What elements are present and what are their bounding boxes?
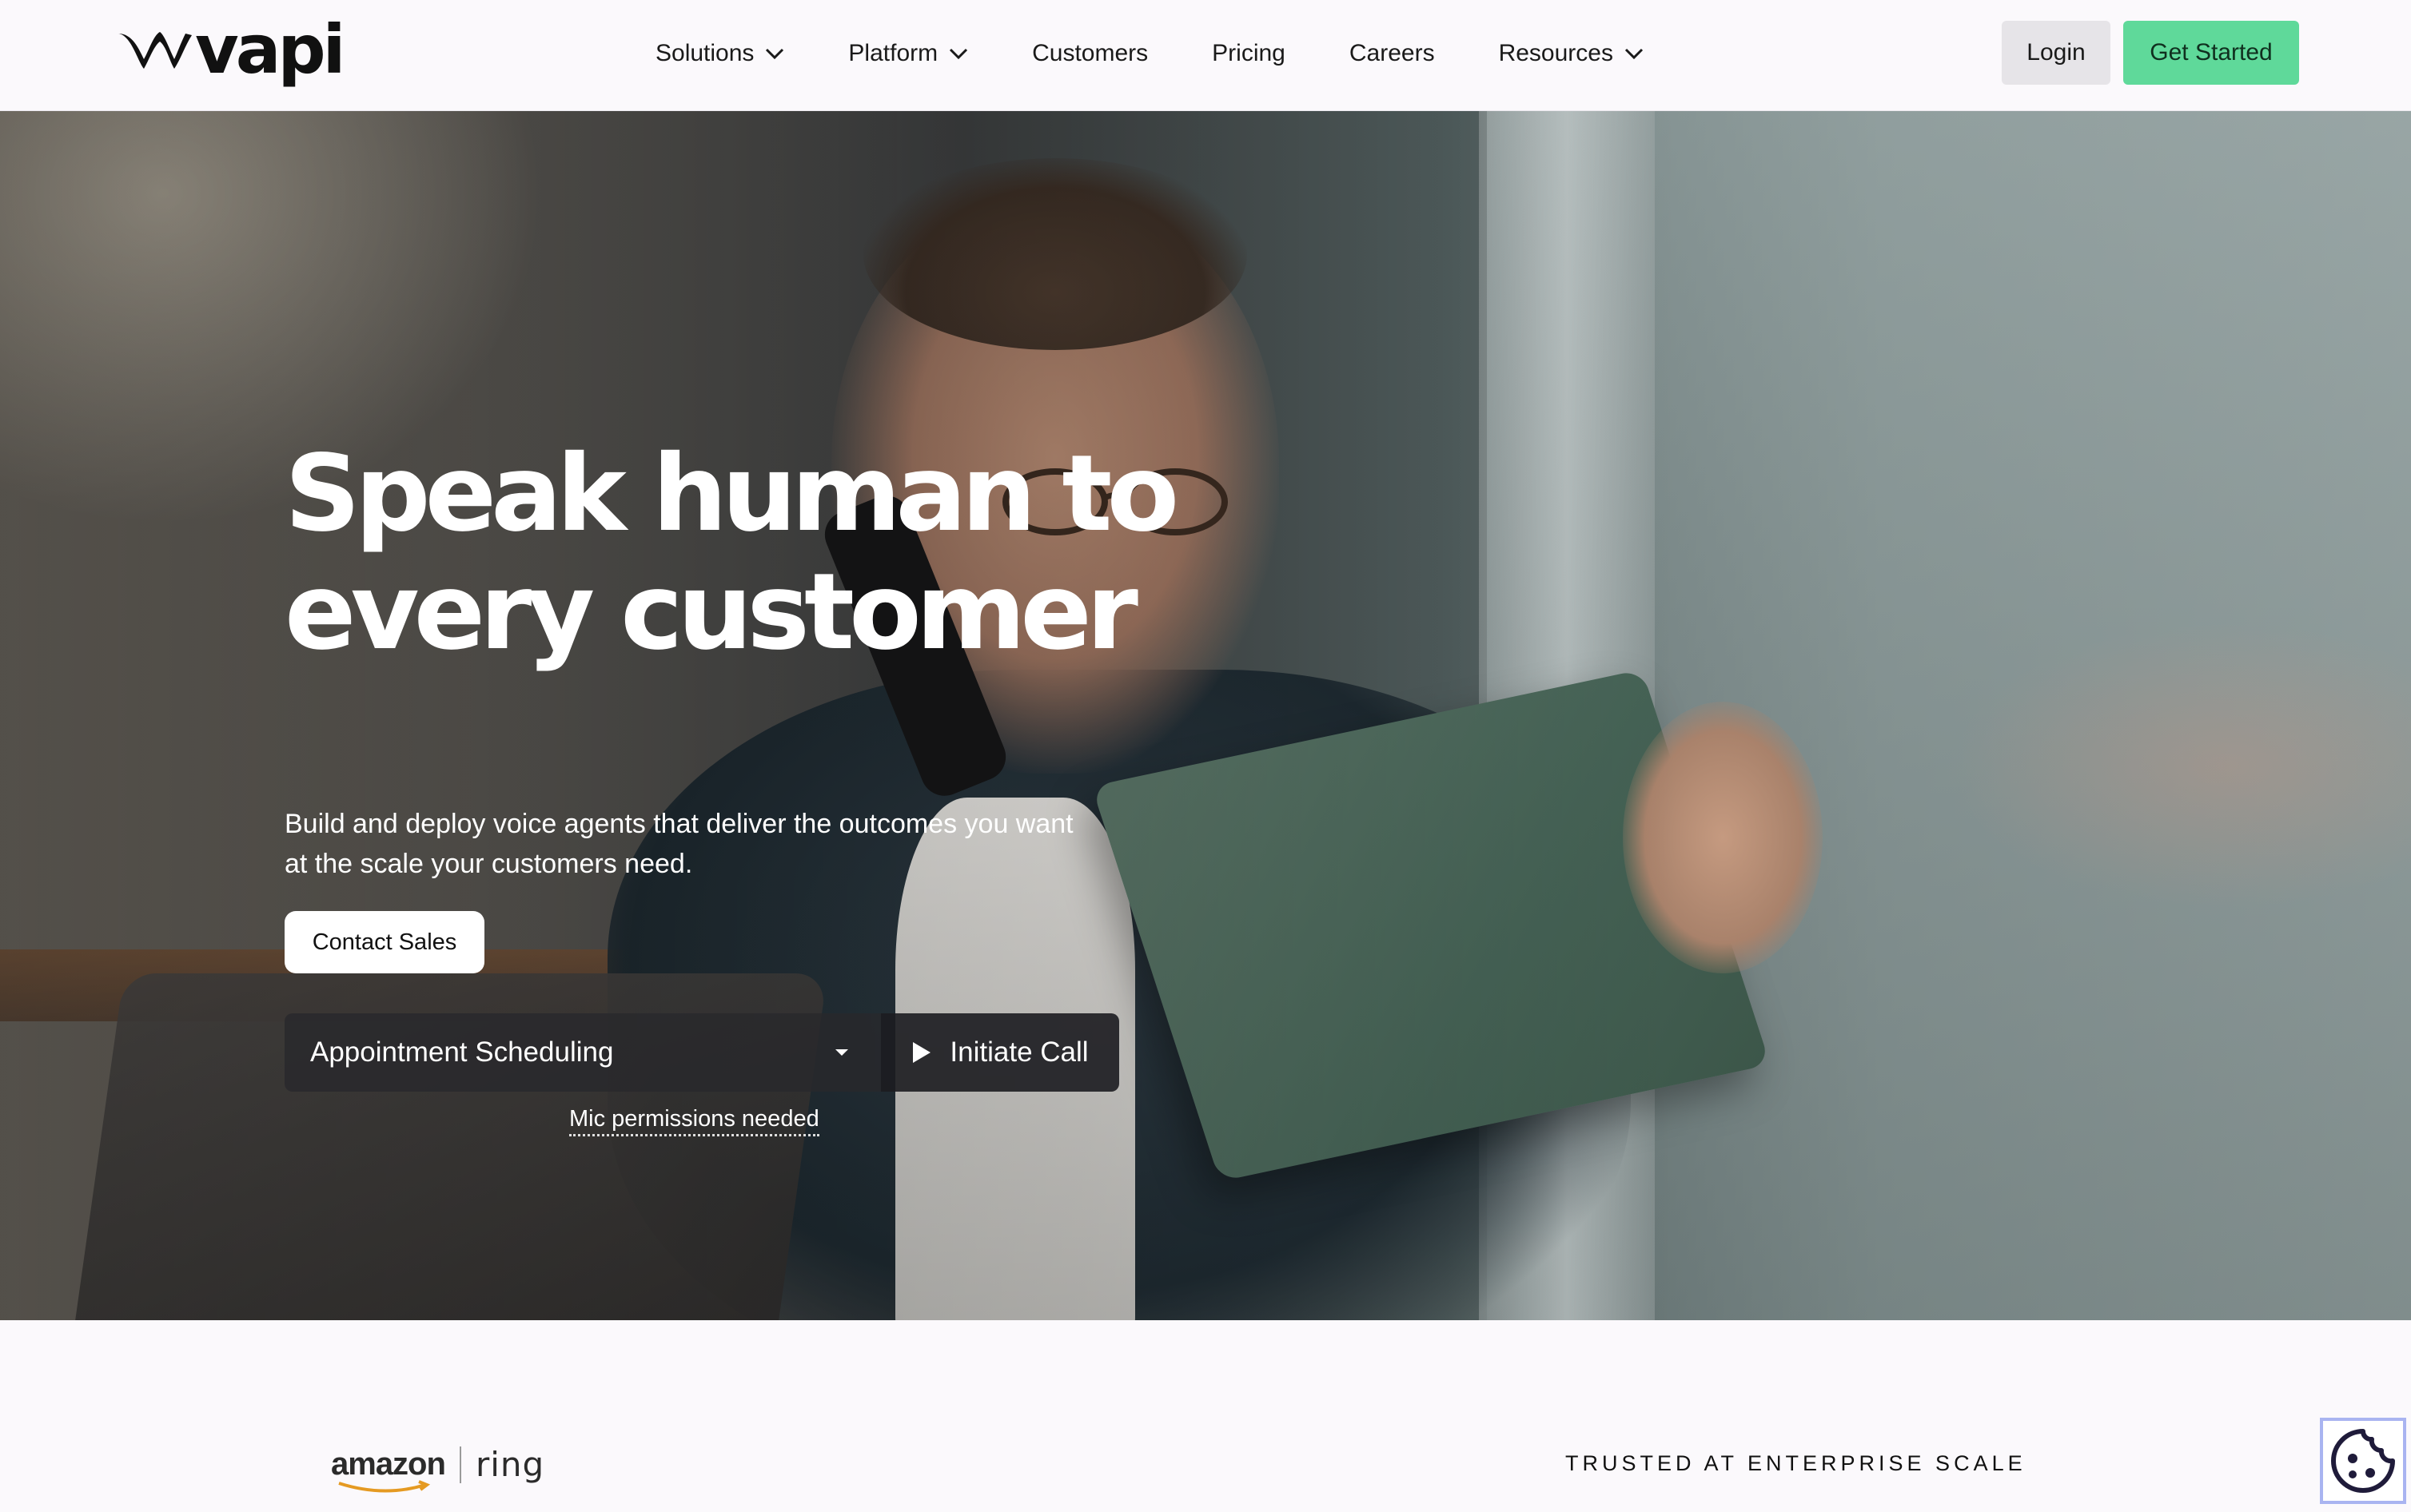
cookie-icon [2331, 1429, 2395, 1493]
play-icon [913, 1042, 931, 1063]
initiate-call-button[interactable]: Initiate Call [881, 1013, 1119, 1092]
nav-item-resources[interactable]: Resources [1499, 40, 1644, 67]
amazon-smile-icon [338, 1480, 431, 1493]
hero-subtitle: Build and deploy voice agents that deliv… [285, 809, 1074, 879]
top-nav: vapi Solutions Platform Customers Pricin… [0, 0, 2411, 111]
nav-item-platform[interactable]: Platform [848, 40, 968, 67]
get-started-button[interactable]: Get Started [2123, 21, 2299, 85]
nav-label: Solutions [656, 40, 755, 66]
nav-label: Pricing [1212, 40, 1285, 66]
contact-sales-button[interactable]: Contact Sales [285, 911, 484, 973]
scenario-select[interactable]: Appointment Scheduling [285, 1013, 881, 1092]
chevron-down-icon [950, 48, 968, 60]
hero-section: Speak human to every customer Build and … [0, 110, 2411, 1320]
cookie-settings-button[interactable] [2320, 1418, 2406, 1504]
trusted-label: TRUSTED AT ENTERPRISE SCALE [1565, 1451, 2026, 1475]
scenario-selected-value: Appointment Scheduling [310, 1037, 614, 1068]
headline-line-2: every customer [285, 551, 1138, 674]
nav-label: Customers [1032, 40, 1149, 66]
initiate-call-label: Initiate Call [950, 1037, 1089, 1068]
vapi-logo[interactable]: vapi [117, 16, 345, 85]
nav-label: Resources [1498, 40, 1613, 66]
hero-headline: Speak human to every customer [285, 435, 1244, 671]
amazon-wordmark: amazon [331, 1446, 446, 1482]
headline-line-1: Speak human to [285, 432, 1179, 555]
demo-call-bar: Appointment Scheduling Initiate Call [285, 1013, 1119, 1092]
nav-label: Platform [848, 40, 938, 66]
nav-item-solutions[interactable]: Solutions [656, 40, 784, 67]
nav-item-customers[interactable]: Customers [1032, 40, 1148, 67]
chevron-down-icon [766, 48, 784, 60]
nav-item-pricing[interactable]: Pricing [1212, 40, 1285, 67]
caret-down-icon [835, 1049, 848, 1056]
ring-logo: ring [475, 1445, 545, 1484]
mic-permissions-link[interactable]: Mic permissions needed [569, 1106, 819, 1136]
logo-wordmark: vapi [195, 10, 345, 89]
amazon-logo: amazon [331, 1446, 446, 1493]
vapi-mark-icon [118, 32, 192, 69]
logo-divider [459, 1446, 461, 1483]
nav-label: Careers [1349, 40, 1435, 66]
main-menu: Solutions Platform Customers Pricing Car… [656, 0, 1708, 107]
chevron-down-icon [1624, 48, 1644, 60]
hero-photo-overlay [0, 110, 2411, 1320]
login-button[interactable]: Login [2002, 21, 2110, 85]
nav-item-careers[interactable]: Careers [1349, 40, 1435, 67]
customer-logo-strip: amazon ring [331, 1445, 545, 1493]
